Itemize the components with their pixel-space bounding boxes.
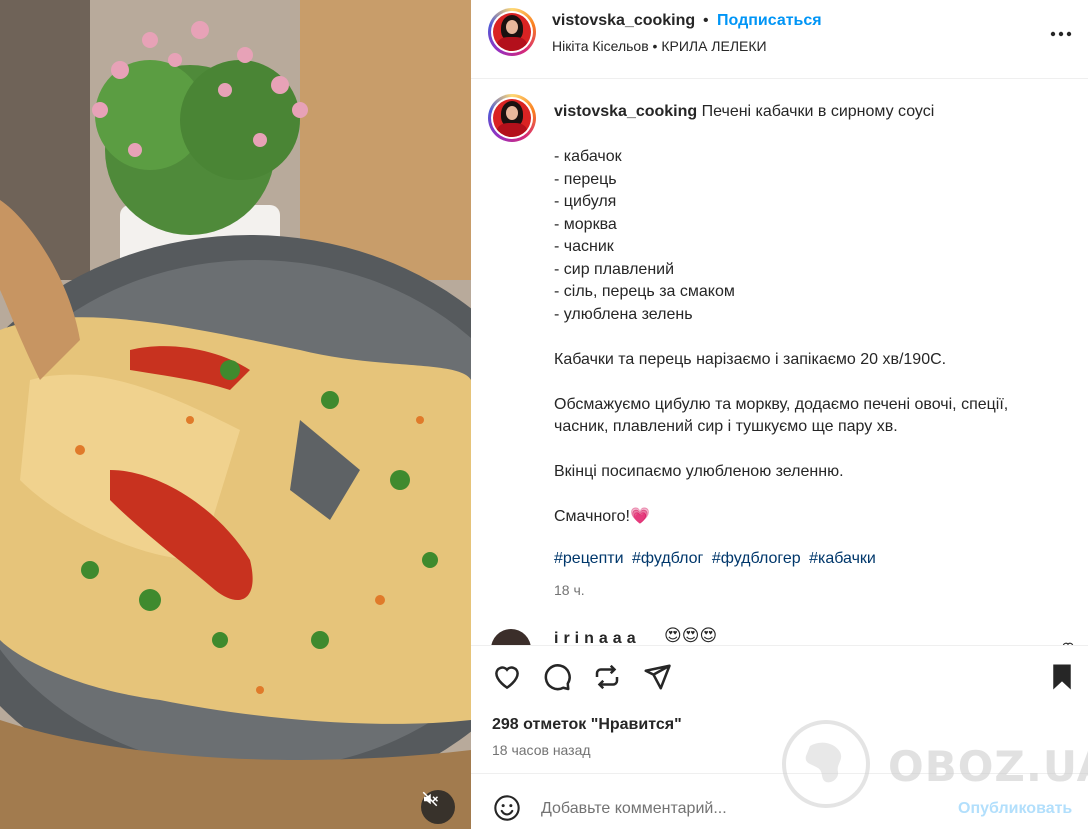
- comment-input[interactable]: [541, 798, 941, 820]
- hashtag-link[interactable]: #фудблог: [632, 550, 703, 567]
- caption-timestamp[interactable]: 18 ч.: [554, 582, 585, 598]
- muted-speaker-icon: [422, 791, 439, 807]
- hashtag-link[interactable]: #фудблогер: [712, 550, 801, 567]
- commenter-username[interactable]: irinaaa: [554, 630, 641, 645]
- caption-username[interactable]: vistovska_cooking: [554, 103, 697, 120]
- post-header: vistovska_cooking • Подписаться Нікіта К…: [471, 0, 1088, 79]
- caption-text: vistovska_cooking Печені кабачки в сирно…: [554, 101, 1074, 529]
- food-video-frame: [0, 0, 471, 829]
- emoji-smile-icon[interactable]: [493, 794, 521, 822]
- post-timestamp[interactable]: 18 часов назад: [492, 742, 591, 758]
- publish-button[interactable]: Опубликовать: [958, 800, 1072, 818]
- header-separator: •: [703, 12, 709, 29]
- bookmark-filled-icon[interactable]: [1047, 662, 1077, 692]
- mute-button[interactable]: [421, 790, 455, 824]
- heart-icon[interactable]: [492, 662, 522, 692]
- send-icon[interactable]: [642, 662, 672, 692]
- post-side-panel: vistovska_cooking • Подписаться Нікіта К…: [471, 0, 1088, 829]
- audio-attribution[interactable]: Нікіта Кісельов • КРИЛА ЛЕЛЕКИ: [552, 38, 767, 54]
- comment-text: 😍😍😍: [664, 626, 718, 645]
- hashtag-list: #рецепти #фудблог #фудблогер #кабачки: [554, 550, 880, 568]
- follow-button[interactable]: Подписаться: [717, 12, 822, 30]
- more-horizontal-icon[interactable]: [1047, 22, 1075, 46]
- commenter-avatar[interactable]: [491, 629, 531, 645]
- post-video[interactable]: [0, 0, 471, 829]
- caption-author-avatar[interactable]: [488, 94, 536, 142]
- caption-body: Печені кабачки в сирному соусі - кабачок…: [554, 103, 1009, 525]
- comments-section[interactable]: vistovska_cooking Печені кабачки в сирно…: [471, 80, 1088, 645]
- author-avatar[interactable]: [488, 8, 536, 56]
- comment-bubble-icon[interactable]: [542, 662, 572, 692]
- action-bar: 298 отметок "Нравится" 18 часов назад: [471, 645, 1088, 773]
- repost-icon[interactable]: [592, 662, 622, 692]
- author-username[interactable]: vistovska_cooking: [552, 12, 695, 30]
- hashtag-link[interactable]: #рецепти: [554, 550, 624, 567]
- like-count[interactable]: 298 отметок "Нравится": [492, 716, 682, 734]
- hashtag-link[interactable]: #кабачки: [809, 550, 876, 567]
- add-comment-bar: Опубликовать: [471, 773, 1088, 829]
